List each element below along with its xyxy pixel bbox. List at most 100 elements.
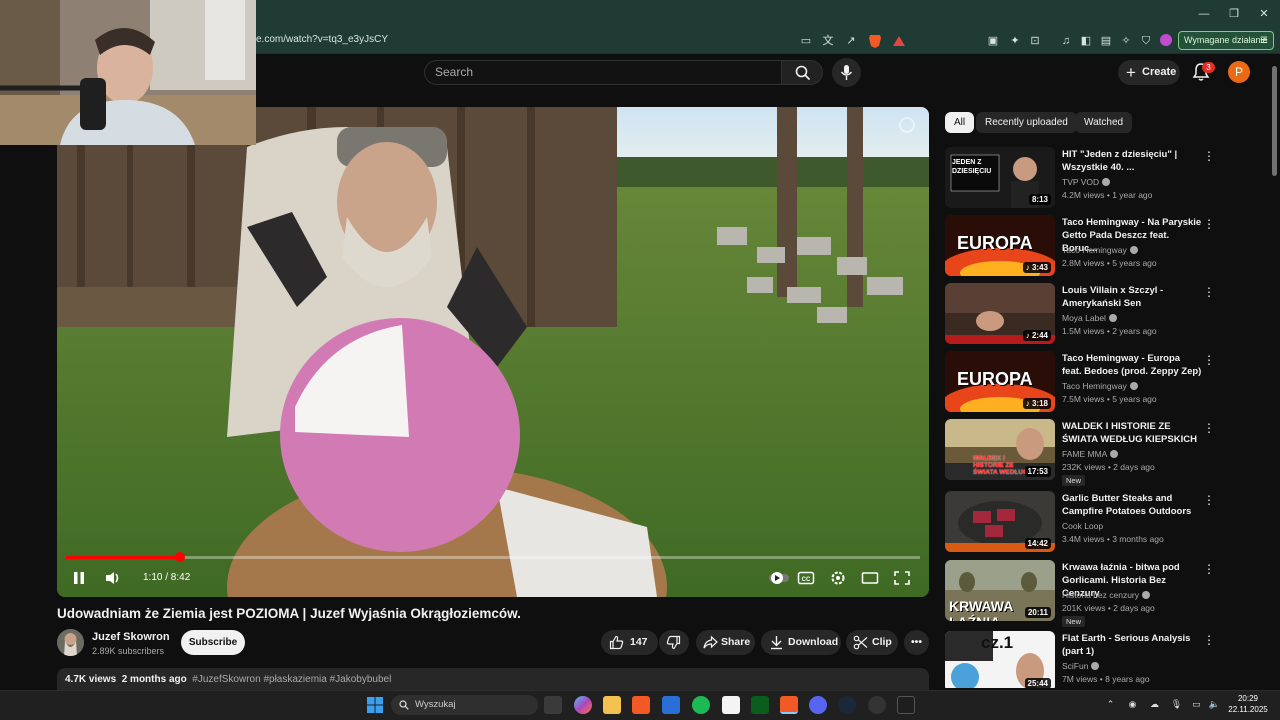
subscribe-button[interactable]: Subscribe (181, 630, 245, 655)
recommendation-title[interactable]: Louis Villain x Szczyl - Amerykański Sen (1062, 284, 1202, 310)
pause-button[interactable] (70, 570, 88, 586)
discord-icon[interactable] (809, 696, 827, 714)
recommendation-channel[interactable]: Taco Hemingway (1062, 245, 1138, 255)
url-text[interactable]: e.com/watch?v=tq3_e3yJsCY (256, 34, 388, 45)
recommendation-item[interactable]: EUROPA ♪ 3:43 Taco Hemingway - Na Parysk… (945, 215, 1215, 278)
extension-icon[interactable]: ▣ (985, 33, 1001, 49)
recommendation-channel[interactable]: Historia bez cenzury (1062, 590, 1151, 600)
music-icon[interactable]: ♫ (1058, 33, 1074, 49)
terminal-icon[interactable] (897, 696, 915, 714)
dislike-button[interactable] (659, 630, 689, 655)
more-actions-button[interactable]: ••• (904, 630, 929, 655)
theater-mode-button[interactable] (861, 570, 879, 586)
steam-icon[interactable] (838, 696, 856, 714)
store-icon[interactable] (662, 696, 680, 714)
recommendation-title[interactable]: WALDEK I HISTORIE ZE ŚWIATA WEDŁUG KIEPS… (1062, 420, 1202, 446)
fullscreen-button[interactable] (893, 570, 911, 586)
video-player[interactable] (57, 107, 929, 597)
chip-recently-uploaded[interactable]: Recently uploaded (976, 112, 1077, 133)
brave-shield-icon[interactable] (867, 33, 883, 49)
video-thumbnail[interactable]: EUROPA ♪ 3:43 (945, 215, 1055, 276)
spotify-icon[interactable] (692, 696, 710, 714)
nvidia-icon[interactable] (751, 696, 769, 714)
minimize-button[interactable]: — (1196, 6, 1212, 22)
hashtags[interactable]: #JuzefSkowron #płaskaziemia #Jakobybubel (192, 674, 391, 685)
video-thumbnail[interactable]: JEDEN Z DZIESIĘCIU 8:13 (945, 147, 1055, 208)
translate-icon[interactable]: 文 (820, 33, 836, 49)
search-input[interactable]: Search (424, 60, 781, 85)
screenshot-icon[interactable]: ⊡ (1027, 33, 1043, 49)
tray-app-icon[interactable]: ◉ (1126, 698, 1139, 711)
onedrive-icon[interactable]: ☁ (1148, 698, 1161, 711)
autoplay-toggle[interactable] (768, 570, 789, 586)
clip-button[interactable]: Clip (846, 630, 898, 655)
chip-watched[interactable]: Watched (1075, 112, 1133, 133)
video-thumbnail[interactable]: ♪ 2:44 (945, 283, 1055, 344)
recommendation-title[interactable]: Garlic Butter Steaks and Campfire Potato… (1062, 492, 1202, 518)
mic-tray-icon[interactable]: 🎙 (1170, 698, 1183, 711)
recommendation-item[interactable]: EUROPA ♪ 3:18 Taco Hemingway - Europa fe… (945, 351, 1215, 414)
volume-button[interactable] (104, 570, 122, 586)
video-thumbnail[interactable]: cz.1 25:44 (945, 631, 1055, 688)
more-options-icon[interactable]: ⋮ (1203, 149, 1215, 163)
recommendation-channel[interactable]: Moya Label (1062, 313, 1117, 323)
video-thumbnail[interactable]: KRWAWA ŁAŹNIA 20:11 (945, 560, 1055, 621)
scrollbar-thumb[interactable] (1272, 66, 1277, 176)
settings-button[interactable] (829, 570, 847, 586)
recommendation-channel[interactable]: SciFun (1062, 661, 1100, 671)
network-icon[interactable]: ▭ (1190, 698, 1203, 711)
close-window-button[interactable]: ✕ (1256, 6, 1272, 22)
speaker-icon[interactable]: 🔈 (1208, 698, 1221, 711)
recommendation-item[interactable]: WALDEK I HISTORIE ZE ŚWIATA WEDŁUG 17:53… (945, 419, 1215, 486)
leo-icon[interactable]: ✧ (1118, 33, 1134, 49)
profile-icon[interactable] (1158, 33, 1174, 49)
video-thumbnail[interactable]: EUROPA ♪ 3:18 (945, 351, 1055, 412)
download-button[interactable]: Download (761, 630, 841, 655)
recommendation-channel[interactable]: Taco Hemingway (1062, 381, 1138, 391)
file-explorer-icon[interactable] (603, 696, 621, 714)
cast-icon[interactable]: ▭ (798, 33, 814, 49)
search-button[interactable] (781, 60, 823, 85)
more-options-icon[interactable]: ⋮ (1203, 353, 1215, 367)
video-thumbnail[interactable]: 14:42 (945, 491, 1055, 552)
recommendation-item[interactable]: 14:42 Garlic Butter Steaks and Campfire … (945, 491, 1215, 554)
system-clock[interactable]: 20:29 22.11.2025 (1226, 693, 1270, 715)
recommendation-item[interactable]: ♪ 2:44 Louis Villain x Szczyl - Amerykań… (945, 283, 1215, 346)
subtitles-button[interactable]: CC (797, 570, 815, 586)
sidebar-toggle-icon[interactable]: ◧ (1078, 33, 1094, 49)
action-required-button[interactable]: Wymagane działanie ☰ (1178, 31, 1274, 50)
wallet-icon[interactable]: ▤ (1098, 33, 1114, 49)
brave-active-icon[interactable] (780, 696, 798, 714)
more-options-icon[interactable]: ⋮ (1203, 633, 1215, 647)
restore-button[interactable]: ❐ (1226, 6, 1242, 22)
puzzle-icon[interactable]: ✦ (1007, 33, 1023, 49)
video-thumbnail[interactable]: WALDEK I HISTORIE ZE ŚWIATA WEDŁUG 17:53 (945, 419, 1055, 480)
recommendation-item[interactable]: cz.1 25:44 Flat Earth - Serious Analysis… (945, 631, 1215, 688)
account-avatar[interactable]: P (1228, 61, 1250, 83)
vpn-icon[interactable]: ⛉ (1138, 33, 1154, 49)
more-options-icon[interactable]: ⋮ (1203, 493, 1215, 507)
copilot-icon[interactable] (574, 696, 592, 714)
chip-all[interactable]: All (945, 112, 975, 133)
recommendation-channel[interactable]: FAME MMA (1062, 449, 1119, 459)
share-page-icon[interactable]: ↗ (843, 33, 859, 49)
more-options-icon[interactable]: ⋮ (1203, 421, 1215, 435)
recommendation-item[interactable]: KRWAWA ŁAŹNIA 20:11 Krwawa łaźnia - bitw… (945, 560, 1215, 627)
task-view-icon[interactable] (544, 696, 562, 714)
recommendation-channel[interactable]: TVP VOD (1062, 177, 1111, 187)
more-options-icon[interactable]: ⋮ (1203, 562, 1215, 576)
recommendation-title[interactable]: Flat Earth - Serious Analysis (part 1) (1062, 632, 1202, 658)
recommendation-title[interactable]: Taco Hemingway - Europa feat. Bedoes (pr… (1062, 352, 1202, 378)
voice-search-button[interactable] (832, 58, 861, 87)
progress-scrubber[interactable] (175, 552, 185, 562)
recommendation-item[interactable]: JEDEN Z DZIESIĘCIU 8:13 HIT "Jeden z dzi… (945, 147, 1215, 210)
share-button[interactable]: Share (696, 630, 755, 655)
notepad-icon[interactable] (722, 696, 740, 714)
start-button[interactable] (366, 696, 384, 714)
channel-avatar[interactable] (57, 629, 84, 656)
progress-track[interactable] (66, 556, 920, 559)
description-box[interactable]: 4.7K views 2 months ago #JuzefSkowron #p… (57, 668, 929, 690)
recommendation-title[interactable]: HIT "Jeden z dziesięciu" | Wszystkie 40.… (1062, 148, 1202, 174)
more-options-icon[interactable]: ⋮ (1203, 217, 1215, 231)
channel-name[interactable]: Juzef Skowron (92, 631, 170, 643)
